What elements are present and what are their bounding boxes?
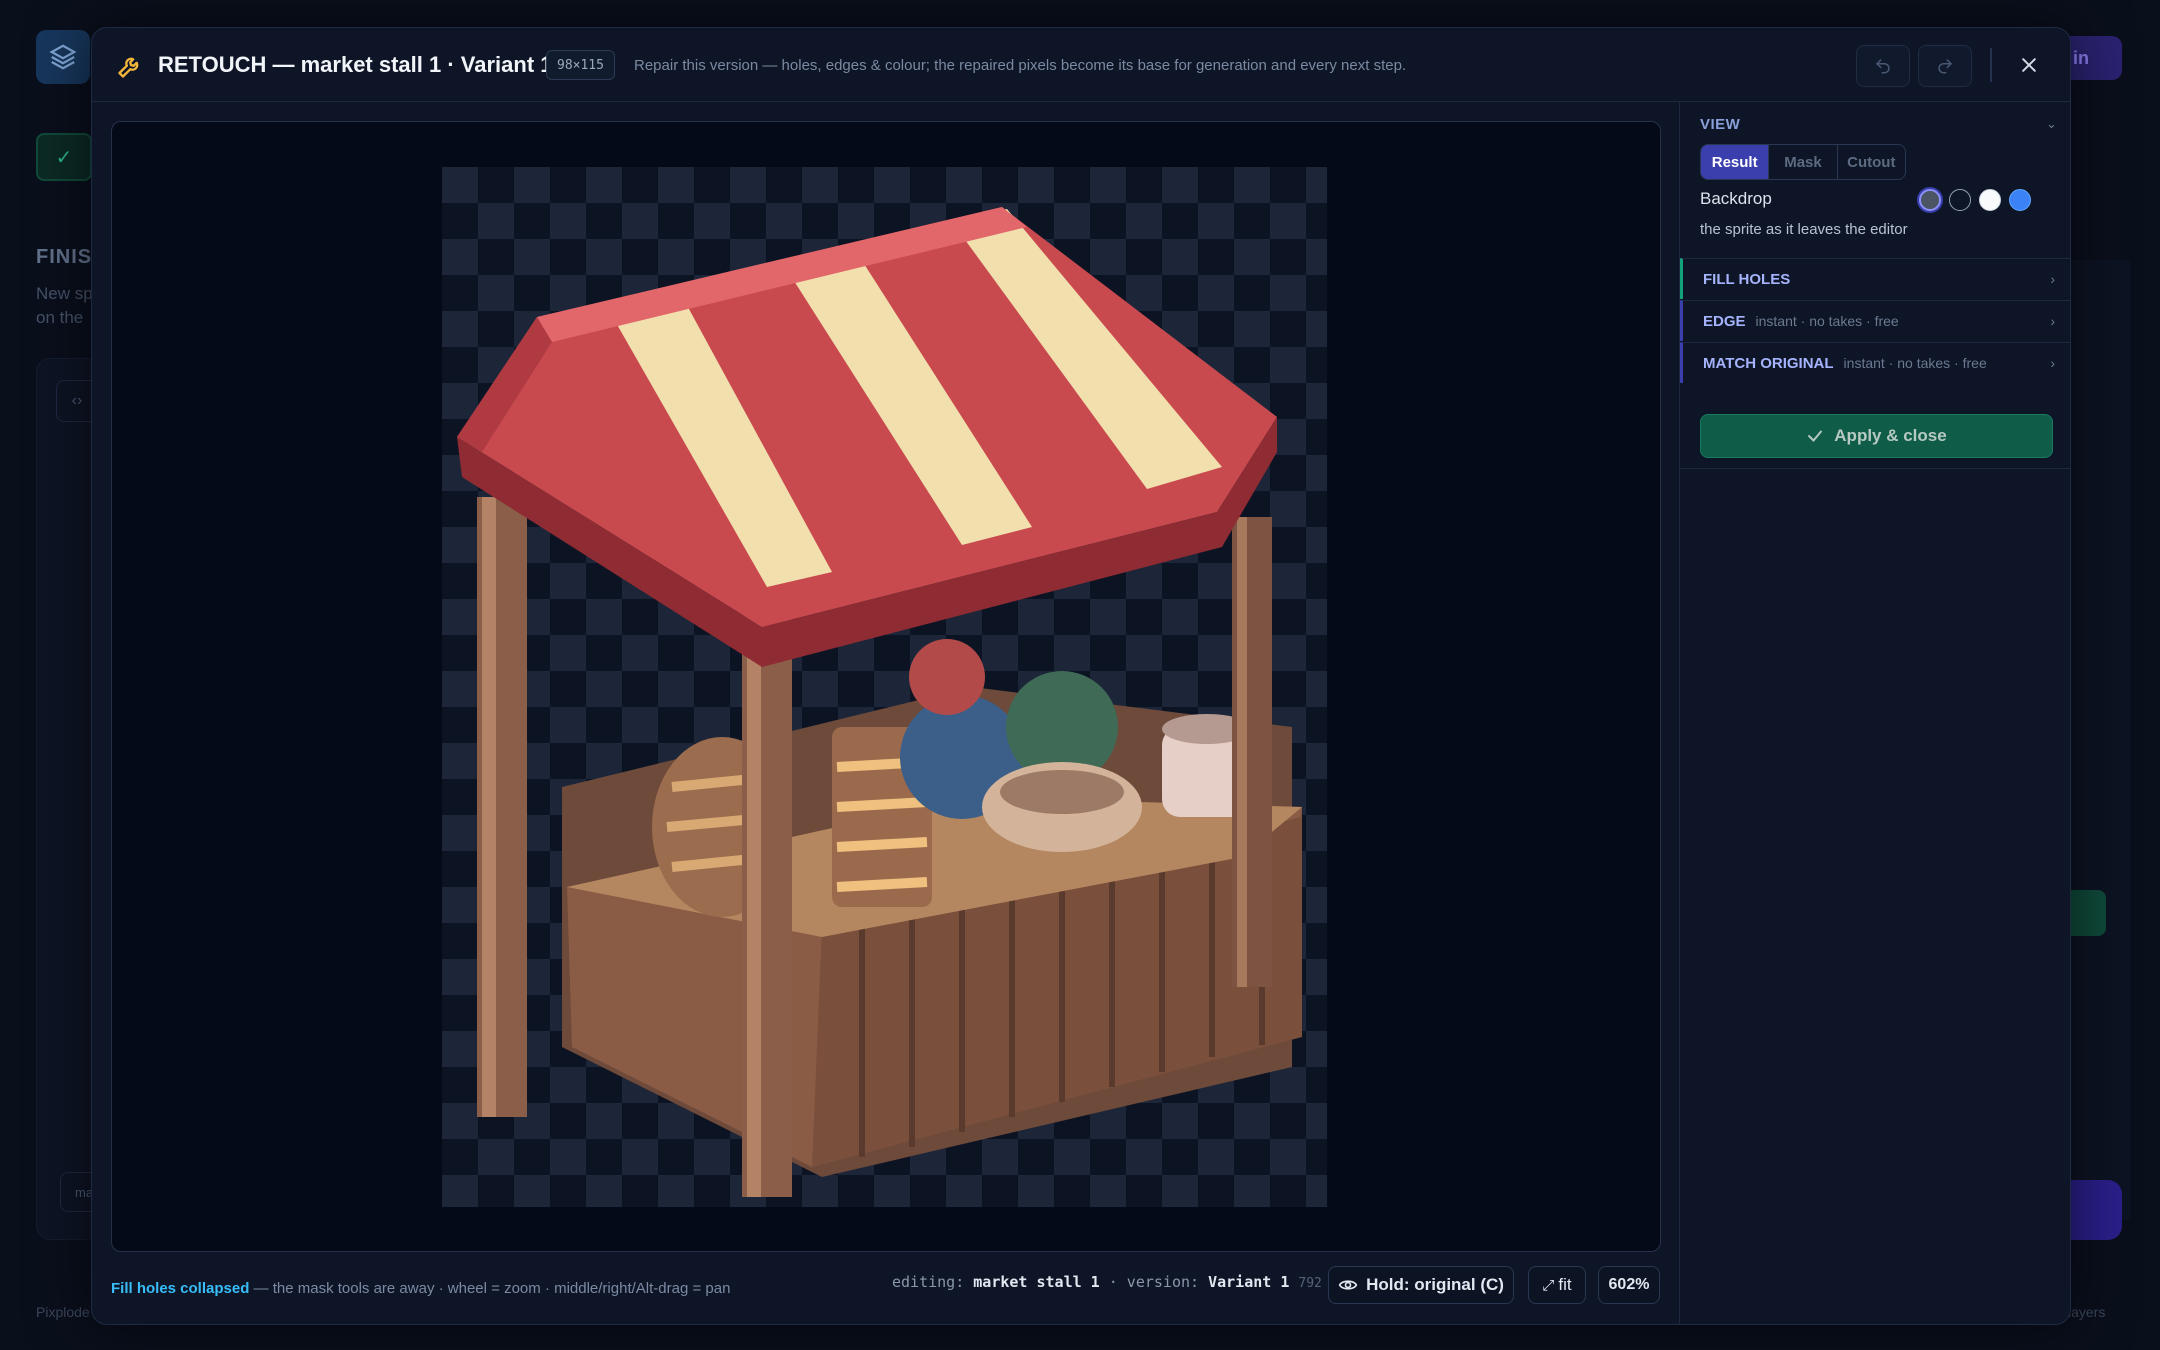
background-purple-button[interactable] (2070, 1180, 2122, 1240)
background-section-heading: FINIS (36, 246, 93, 268)
zoom-level-button[interactable]: 602% (1598, 1266, 1660, 1304)
tool-edge[interactable]: EDGE instant · no takes · free › (1680, 300, 2070, 341)
backdrop-swatch-dark[interactable] (1949, 189, 1971, 211)
chevron-right-icon: › (2050, 355, 2055, 371)
wrench-icon (118, 57, 139, 78)
background-panel (36, 358, 98, 1240)
zoom-level: 602% (1608, 1276, 1650, 1293)
sprite-preview (442, 167, 1327, 1207)
modal-title: RETOUCH — market stall 1 · Variant 1 (158, 52, 553, 77)
chevron-right-icon: › (2050, 271, 2055, 287)
close-button[interactable] (2012, 48, 2046, 82)
background-section-sub: New sp on the (36, 282, 93, 330)
sprite-canvas[interactable] (111, 121, 1661, 1252)
tool-title: FILL HOLES (1703, 270, 1791, 288)
version-name: Variant 1 (1208, 1273, 1290, 1291)
backdrop-swatch-white[interactable] (1979, 189, 2001, 211)
status-highlight: Fill holes collapsed (111, 1280, 250, 1297)
app-logo (36, 30, 90, 84)
retouch-modal: RETOUCH — market stall 1 · Variant 1 98×… (91, 27, 2071, 1325)
chevron-right-icon: › (2050, 313, 2055, 329)
status-hint: Fill holes collapsed — the mask tools ar… (111, 1280, 730, 1297)
view-mode-mask[interactable]: Mask (1768, 145, 1836, 179)
backdrop-label: Backdrop (1700, 189, 1772, 208)
hold-original-label: Hold: original (C) (1366, 1275, 1504, 1294)
background-footer-right: layers (2068, 1304, 2106, 1320)
background-sub-line: on the (36, 308, 84, 327)
tool-title: EDGE (1703, 312, 1746, 330)
check-icon (1808, 430, 1823, 442)
editing-info: editing: market stall 1 · version: Varia… (892, 1273, 1345, 1291)
editing-prefix: editing: (892, 1273, 965, 1291)
tool-fill-holes[interactable]: FILL HOLES › (1680, 258, 2070, 299)
chevron-down-icon[interactable]: ⌄ (2046, 116, 2057, 132)
fit-icon: ⤢ (1542, 1276, 1555, 1294)
view-mode-result[interactable]: Result (1701, 145, 1769, 179)
layers-icon (49, 44, 77, 70)
view-mode-toggle: Result Mask Cutout (1700, 144, 1906, 180)
tool-match-original[interactable]: MATCH ORIGINAL instant · no takes · free… (1680, 342, 2070, 383)
redo-icon (1938, 59, 1953, 74)
tool-detail: instant · no takes · free (1755, 313, 1899, 329)
version-prefix: · version: (1108, 1273, 1200, 1291)
fit-label: fit (1558, 1275, 1572, 1294)
undo-icon (1875, 59, 1890, 74)
backdrop-swatch-checker[interactable] (1919, 189, 1941, 211)
view-section-title: VIEW (1700, 116, 1741, 133)
backdrop-swatch-blue[interactable] (2009, 189, 2031, 211)
fit-button[interactable]: ⤢ fit (1528, 1266, 1586, 1304)
backdrop-help: the sprite as it leaves the editor (1700, 221, 1908, 238)
check-icon[interactable]: ✓ (36, 133, 92, 181)
apply-close-label: Apply & close (1834, 426, 1947, 445)
tool-detail: instant · no takes · free (1843, 355, 1987, 371)
size-badge: 98×115 (546, 50, 615, 80)
tool-panel: VIEW ⌄ Result Mask Cutout Backdrop the s… (1679, 102, 2070, 1324)
undo-button[interactable] (1856, 45, 1910, 87)
header-divider (1990, 48, 1992, 82)
panel-divider (1680, 468, 2070, 469)
tool-title: MATCH ORIGINAL (1703, 354, 1834, 372)
background-green-button[interactable] (2070, 890, 2106, 936)
apply-close-button[interactable]: Apply & close (1700, 414, 2053, 458)
status-hint-text: — the mask tools are away · wheel = zoom… (249, 1280, 731, 1297)
background-right-column (2070, 260, 2130, 1220)
close-icon (2022, 58, 2036, 72)
view-mode-cutout[interactable]: Cutout (1836, 145, 1905, 179)
background-sub-line: New sp (36, 284, 93, 303)
eye-icon (1338, 1280, 1358, 1290)
editing-name: market stall 1 (973, 1273, 1100, 1291)
modal-header: RETOUCH — market stall 1 · Variant 1 98×… (92, 28, 2070, 102)
redo-button[interactable] (1918, 45, 1972, 87)
modal-description: Repair this version — holes, edges & col… (634, 57, 1407, 74)
background-footer: Pixplode (36, 1304, 90, 1320)
hold-original-button[interactable]: Hold: original (C) (1328, 1266, 1514, 1304)
